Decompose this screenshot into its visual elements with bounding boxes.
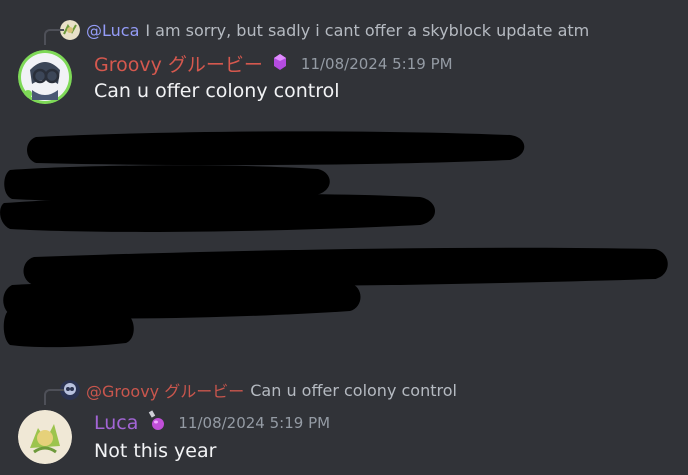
reply-mention[interactable]: @Groovy グルービー [86, 378, 244, 402]
redaction-scribble [0, 131, 668, 348]
timestamp: 11/08/2024 5:19 PM [300, 54, 453, 73]
purple-gem-icon[interactable] [271, 53, 289, 75]
reply-text[interactable]: Can u offer colony control [250, 381, 457, 400]
reply-preview[interactable]: @Groovy グルービー Can u offer colony control [44, 378, 457, 405]
author-name[interactable]: Luca [94, 412, 138, 434]
author-name[interactable]: Groovy グルービー [94, 50, 263, 77]
avatar[interactable] [18, 50, 72, 104]
message-header: Groovy グルービー 11/08/2024 5:19 PM [94, 50, 453, 77]
message: Groovy グルービー 11/08/2024 5:19 PM Can u of… [18, 50, 668, 110]
message-content: Not this year [94, 440, 217, 462]
reply-text[interactable]: I am sorry, but sadly i cant offer a sky… [145, 21, 589, 40]
message-header: Luca 11/08/2024 5:19 PM [94, 410, 330, 436]
avatar[interactable] [18, 410, 72, 464]
reply-spine [44, 389, 64, 405]
reply-preview[interactable]: @Luca I am sorry, but sadly i cant offer… [44, 18, 589, 45]
message: Luca 11/08/2024 5:19 PM Not this year [18, 410, 668, 470]
message-content: Can u offer colony control [94, 80, 340, 102]
reply-spine [44, 29, 64, 45]
potion-icon[interactable] [146, 410, 166, 436]
reply-mention[interactable]: @Luca [86, 21, 139, 40]
timestamp: 11/08/2024 5:19 PM [178, 414, 331, 432]
